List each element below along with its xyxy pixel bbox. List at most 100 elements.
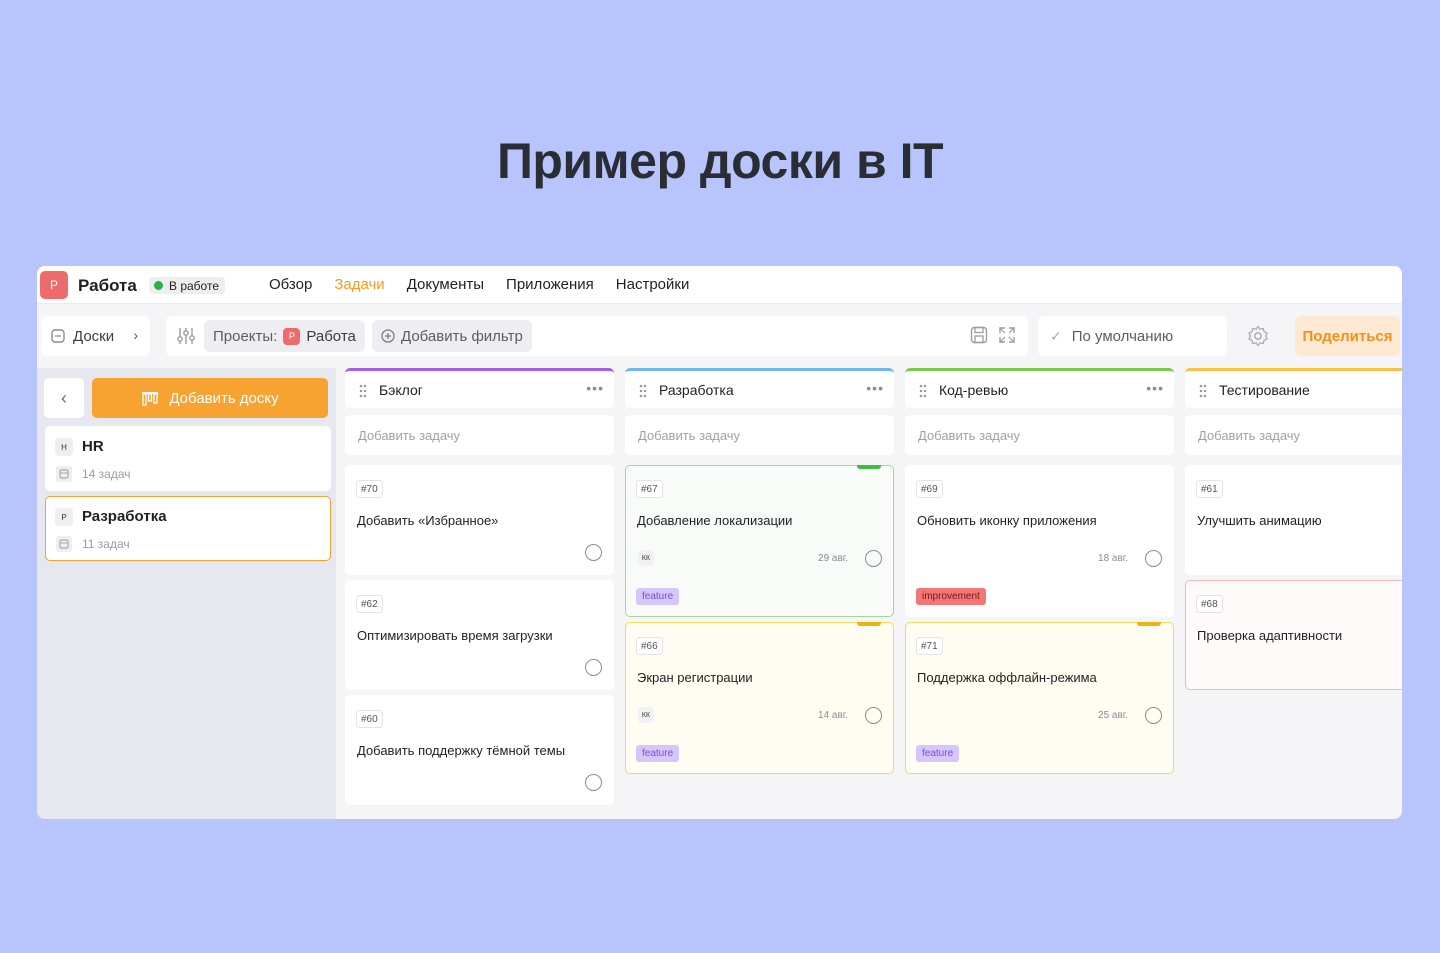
drag-handle-icon[interactable]: [1199, 384, 1207, 398]
task-id: #67: [636, 480, 663, 498]
board-item-development[interactable]: Р Разработка 11 задач: [45, 496, 331, 561]
plus-circle-icon: [381, 329, 395, 343]
column-development: Разработка ••• Добавить задачу #67 Добав…: [625, 368, 894, 774]
task-card[interactable]: #71 Поддержка оффлайн-режима 25 авг. fea…: [905, 622, 1174, 774]
task-card[interactable]: #68 Проверка адаптивности: [1185, 580, 1402, 690]
task-card[interactable]: #70 Добавить «Избранное»: [345, 465, 614, 575]
boards-toggle-button[interactable]: Доски ›: [41, 316, 150, 356]
task-card[interactable]: #69 Обновить иконку приложения 18 авг. i…: [905, 465, 1174, 617]
add-task-input[interactable]: Добавить задачу: [1185, 415, 1402, 455]
complete-checkbox[interactable]: [865, 550, 882, 567]
task-title: Обновить иконку приложения: [917, 513, 1097, 528]
task-id: #66: [636, 637, 663, 655]
complete-checkbox[interactable]: [585, 659, 602, 676]
projects-filter-label: Проекты:: [213, 327, 278, 345]
more-options-icon[interactable]: •••: [586, 380, 604, 396]
add-board-button[interactable]: Добавить доску: [92, 378, 328, 418]
avatar[interactable]: КК: [638, 707, 654, 723]
nav-settings[interactable]: Настройки: [616, 276, 690, 293]
more-options-icon[interactable]: •••: [866, 380, 884, 396]
board-task-count: 14 задач: [82, 467, 131, 481]
column-header[interactable]: Код-ревью •••: [905, 368, 1174, 408]
task-card[interactable]: #66 Экран регистрации КК 14 авг. feature: [625, 622, 894, 774]
tasks-count-icon: [56, 536, 72, 552]
avatar[interactable]: КК: [638, 550, 654, 566]
view-selector[interactable]: ✓ По умолчанию: [1038, 316, 1227, 356]
drag-handle-icon[interactable]: [919, 384, 927, 398]
status-label: В работе: [169, 278, 220, 293]
column-title: Разработка: [659, 381, 734, 398]
board-letter-badge: Р: [55, 508, 73, 526]
column-testing: Тестирование Добавить задачу #61 Улучшит…: [1185, 368, 1402, 690]
board-item-hr[interactable]: H HR 14 задач: [45, 426, 331, 491]
sliders-icon[interactable]: [176, 326, 196, 346]
nav-apps[interactable]: Приложения: [506, 276, 594, 293]
tag-badge[interactable]: feature: [636, 745, 680, 762]
task-id: #68: [1196, 595, 1223, 613]
project-title[interactable]: Работа: [78, 276, 137, 296]
share-button[interactable]: Поделиться: [1295, 316, 1400, 356]
task-card[interactable]: #60 Добавить поддержку тёмной темы: [345, 695, 614, 805]
task-id: #70: [356, 480, 383, 498]
task-id: #61: [1196, 480, 1223, 498]
complete-checkbox[interactable]: [1145, 707, 1162, 724]
filter-actions: [970, 326, 1016, 344]
nav-documents[interactable]: Документы: [407, 276, 484, 293]
add-task-input[interactable]: Добавить задачу: [345, 415, 614, 455]
boards-sidebar: ‹ Добавить доску H HR 14 задач Р Разрабо…: [37, 368, 336, 819]
task-card[interactable]: #67 Добавление локализации КК 29 авг. fe…: [625, 465, 894, 617]
kanban-app-window: Р Работа В работе Обзор Задачи Документы…: [37, 266, 1402, 819]
chevron-right-icon: ›: [133, 327, 138, 343]
column-title: Тестирование: [1219, 381, 1310, 398]
task-title: Улучшить анимацию: [1197, 513, 1322, 528]
column-header[interactable]: Разработка •••: [625, 368, 894, 408]
add-filter-button[interactable]: Добавить фильтр: [372, 320, 532, 352]
tag-badge[interactable]: feature: [916, 745, 960, 762]
task-card[interactable]: #61 Улучшить анимацию: [1185, 465, 1402, 575]
tag-badge[interactable]: feature: [636, 588, 680, 605]
status-badge[interactable]: В работе: [149, 277, 226, 294]
view-selector-label: По умолчанию: [1071, 327, 1174, 345]
tasks-count-icon: [56, 466, 72, 482]
board-letter-badge: H: [55, 438, 73, 456]
collapse-sidebar-button[interactable]: ‹: [44, 378, 84, 418]
save-icon[interactable]: [970, 326, 988, 344]
projects-filter-chip[interactable]: Проекты: Р Работа: [204, 320, 365, 352]
nav-tasks[interactable]: Задачи: [334, 276, 384, 293]
toolbar: Доски › Проекты: Р Работа Добавить фильт…: [37, 316, 1402, 356]
more-options-icon[interactable]: •••: [1146, 380, 1164, 396]
drag-handle-icon[interactable]: [359, 384, 367, 398]
priority-marker: [857, 465, 881, 469]
task-id: #62: [356, 595, 383, 613]
board-name: HR: [82, 438, 104, 455]
check-icon: ✓: [1050, 327, 1062, 344]
kanban-icon: [142, 392, 159, 406]
add-task-input[interactable]: Добавить задачу: [905, 415, 1174, 455]
task-card[interactable]: #62 Оптимизировать время загрузки: [345, 580, 614, 690]
priority-marker: [857, 622, 881, 626]
add-task-input[interactable]: Добавить задачу: [625, 415, 894, 455]
task-title: Добавить поддержку тёмной темы: [357, 743, 566, 758]
tag-badge[interactable]: improvement: [916, 588, 986, 605]
board-task-count: 11 задач: [82, 537, 130, 551]
priority-marker: [1137, 622, 1161, 626]
top-navigation: Обзор Задачи Документы Приложения Настро…: [269, 276, 689, 293]
drag-handle-icon[interactable]: [639, 384, 647, 398]
complete-checkbox[interactable]: [865, 707, 882, 724]
column-code-review: Код-ревью ••• Добавить задачу #69 Обнови…: [905, 368, 1174, 774]
projects-filter-value: Работа: [306, 327, 356, 345]
column-header[interactable]: Тестирование: [1185, 368, 1402, 408]
complete-checkbox[interactable]: [1145, 550, 1162, 567]
gear-icon[interactable]: [1247, 325, 1269, 347]
column-header[interactable]: Бэклог •••: [345, 368, 614, 408]
filter-bar: Проекты: Р Работа Добавить фильтр: [166, 316, 1028, 356]
project-logo[interactable]: Р: [40, 271, 68, 299]
complete-checkbox[interactable]: [585, 774, 602, 791]
column-title: Бэклог: [379, 381, 423, 398]
expand-icon[interactable]: [998, 326, 1016, 344]
complete-checkbox[interactable]: [585, 544, 602, 561]
status-dot-icon: [154, 281, 163, 290]
task-title: Добавить «Избранное»: [357, 513, 499, 528]
nav-overview[interactable]: Обзор: [269, 276, 312, 293]
due-date: 14 авг.: [818, 710, 848, 721]
